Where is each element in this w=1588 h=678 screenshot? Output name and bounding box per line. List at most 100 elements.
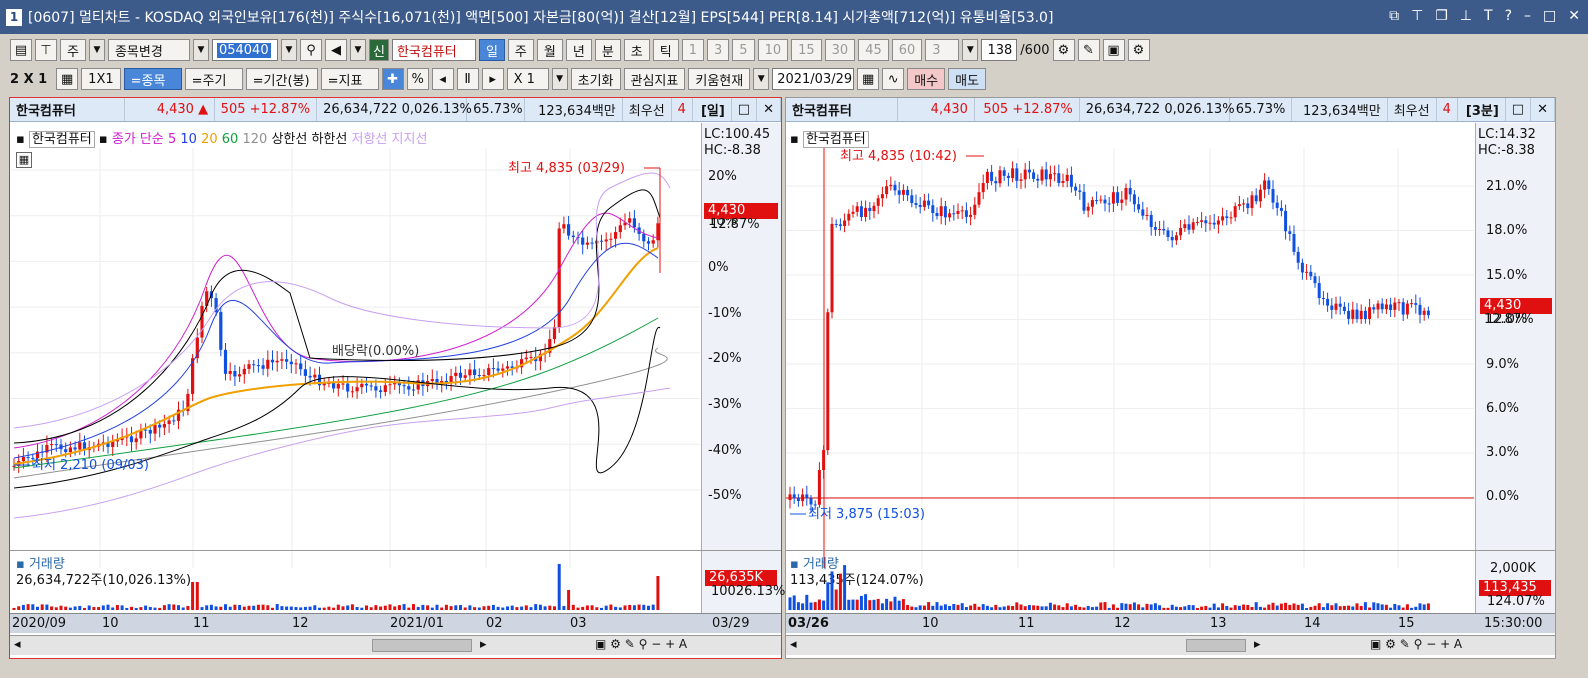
menu-icon[interactable]: ▤ (10, 39, 32, 61)
intraday-candle-chart[interactable]: 최고 4,835 (10:42) 최저 3,875 (15:03) (786, 148, 1474, 568)
restore-icon[interactable]: ⧉ (1389, 8, 1399, 25)
interval-5[interactable]: 5 (732, 39, 755, 61)
chevron-down-icon[interactable]: ▼ (551, 68, 568, 90)
sync-stock-button[interactable]: =종목 (123, 68, 182, 90)
close-icon[interactable]: ✕ (757, 98, 781, 121)
sync-period-button[interactable]: =주기 (184, 68, 243, 90)
calendar-icon[interactable]: ▦ (857, 68, 880, 90)
daily-candle-chart[interactable]: 최고 4,835 (03/29) 최저 2,210 (09/03) 배당락(0.00… (10, 148, 700, 568)
legend-support[interactable]: 지지선 (392, 132, 428, 147)
daily-volume-chart[interactable] (10, 552, 700, 612)
help-icon[interactable]: ? (1505, 8, 1512, 25)
y-tick: -10% (708, 306, 742, 321)
prev-icon[interactable]: ◂ (431, 68, 454, 90)
count-input[interactable]: 138 (981, 39, 1018, 61)
zoom-tools-icon[interactable]: ▣ ⚙ ✎ ⚲ − + A (595, 637, 687, 651)
layout-1x1-button[interactable]: 1X1 (81, 68, 121, 90)
legend-ma60[interactable]: 60 (222, 132, 239, 147)
interval-1[interactable]: 1 (681, 39, 704, 61)
buy-button[interactable]: 매수 (907, 68, 946, 90)
maximize-icon[interactable]: □ (1543, 8, 1556, 25)
chart-settings-icon[interactable]: ⚙ (1052, 39, 1075, 61)
gear-icon[interactable]: ⚙ (1127, 39, 1150, 61)
chevron-down-icon[interactable]: ▼ (192, 39, 209, 61)
close-icon[interactable]: ✕ (1568, 8, 1580, 25)
chevron-down-icon[interactable]: ▼ (349, 39, 366, 61)
close-icon[interactable]: ✕ (1531, 98, 1555, 121)
text-icon[interactable]: T (1484, 8, 1493, 25)
top-icon[interactable]: ⊥ (1460, 8, 1472, 25)
legend-stock[interactable]: 한국컴퓨터 (28, 131, 95, 148)
period-week[interactable]: 주 (507, 39, 534, 61)
market-type-select[interactable]: 주 (60, 39, 86, 61)
period-month[interactable]: 월 (536, 39, 563, 61)
legend-close[interactable]: 종가 단순 (112, 132, 164, 147)
mode-select[interactable]: 종목변경 (107, 39, 190, 61)
sync-range-button[interactable]: =기간(봉) (245, 68, 318, 90)
legend-ma20[interactable]: 20 (201, 132, 218, 147)
stock-code-input[interactable]: 054040 (211, 39, 278, 61)
search-icon[interactable]: ⚲ (299, 39, 322, 61)
legend-upper[interactable]: 상한선 (271, 132, 307, 147)
draw-icon[interactable]: ✎ (1077, 39, 1100, 61)
legend-stock[interactable]: 한국컴퓨터 (802, 131, 869, 148)
interval-30[interactable]: 30 (824, 39, 856, 61)
maximize-icon[interactable]: □ (1506, 98, 1532, 121)
chevron-down-icon[interactable]: ▼ (88, 39, 105, 61)
legend-lower[interactable]: 하한선 (311, 132, 347, 147)
save-icon[interactable]: ▣ (1102, 39, 1125, 61)
legend-ma5[interactable]: 5 (168, 132, 176, 147)
next-icon[interactable]: ▸ (481, 68, 504, 90)
minimize-icon[interactable]: – (1524, 8, 1531, 25)
scroll-right-icon[interactable]: ▸ (480, 637, 487, 652)
period-tick[interactable]: 틱 (652, 39, 679, 61)
pause-icon[interactable]: Ⅱ (456, 68, 479, 90)
copy-icon[interactable]: ❐ (1435, 8, 1448, 25)
interval-60[interactable]: 60 (891, 39, 923, 61)
period-second[interactable]: 초 (623, 39, 650, 61)
chart-panel-3min[interactable]: 한국컴퓨터 4,430 505 +12.87% 26,634,722 0,026… (785, 97, 1556, 659)
legend-ma10[interactable]: 10 (180, 132, 197, 147)
fav-indicator-button[interactable]: 관심지표 (623, 68, 686, 90)
sync-indicator-button[interactable]: =지표 (320, 68, 379, 90)
percent-button[interactable]: % (406, 68, 429, 90)
turnover: 65.73% (1230, 98, 1293, 121)
chevron-down-icon[interactable]: ▼ (962, 39, 979, 61)
date-input[interactable]: 2021/03/29 (772, 68, 855, 90)
scroll-thumb[interactable] (372, 639, 472, 652)
maximize-icon[interactable]: □ (732, 98, 758, 121)
interval-45[interactable]: 45 (858, 39, 889, 61)
period-year[interactable]: 년 (565, 39, 592, 61)
scroll-left-icon[interactable]: ◂ (14, 637, 21, 652)
scroll-right-icon[interactable]: ▸ (1254, 637, 1261, 652)
pin-toolbar-icon[interactable]: ⊤ (35, 39, 57, 61)
interval-10[interactable]: 10 (757, 39, 789, 61)
interval-15[interactable]: 15 (791, 39, 822, 61)
period-minute[interactable]: 분 (594, 39, 621, 61)
intraday-volume-chart[interactable] (786, 552, 1474, 612)
scroll-thumb[interactable] (1186, 639, 1246, 652)
chevron-down-icon[interactable]: ▼ (753, 68, 770, 90)
reset-button[interactable]: 초기화 (570, 68, 621, 90)
zoom-tools-icon[interactable]: ▣ ⚙ ✎ ⚲ − + A (1370, 637, 1462, 651)
scrollbar[interactable]: ◂ ▸ ▣ ⚙ ✎ ⚲ − + A (786, 635, 1555, 655)
interval-3[interactable]: 3 (707, 39, 730, 61)
magnet-icon[interactable]: ∿ (882, 68, 905, 90)
interval-select[interactable]: 3 (925, 39, 960, 61)
stock-name-field[interactable]: 한국컴퓨터 (391, 39, 476, 61)
scrollbar[interactable]: ◂ ▸ ▣ ⚙ ✎ ⚲ − + A (10, 635, 781, 655)
new-badge[interactable]: 신 (368, 39, 389, 61)
chart-panel-daily[interactable]: 한국컴퓨터 4,430 ▲ 505 +12.87% 26,634,722 0,0… (9, 97, 785, 659)
grid-icon[interactable]: ▦ (56, 68, 79, 90)
legend-ma120[interactable]: 120 (242, 132, 267, 147)
speaker-icon[interactable]: ◀ (324, 39, 347, 61)
kiwoom-button[interactable]: 키움현재 (688, 68, 751, 90)
crosshair-icon[interactable]: ✚ (381, 68, 404, 90)
pin-icon[interactable]: ⊤ (1411, 8, 1423, 25)
multiplier-select[interactable]: X 1 (506, 68, 549, 90)
sell-button[interactable]: 매도 (948, 68, 987, 90)
chevron-down-icon[interactable]: ▼ (280, 39, 297, 61)
scroll-left-icon[interactable]: ◂ (790, 637, 797, 652)
period-day[interactable]: 일 (478, 39, 505, 61)
legend-resist[interactable]: 저항선 (352, 132, 388, 147)
